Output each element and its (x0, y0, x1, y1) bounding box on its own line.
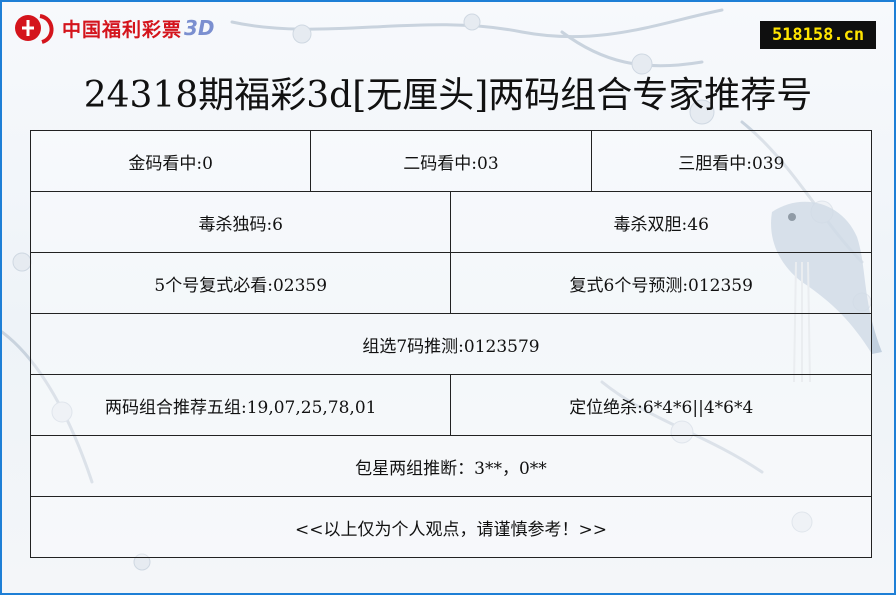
table-cell: 两码组合推荐五组:19,07,25,78,01 (29, 374, 452, 436)
poster-frame: 中国福利彩票 3D 518158.cn 24318期福彩3d[无厘头]两码组合专… (0, 0, 896, 595)
table-row: 毒杀独码:6 毒杀双胆:46 (29, 191, 872, 253)
table-cell: 复式6个号预测:012359 (450, 252, 872, 314)
lottery-logo: 中国福利彩票 3D (14, 10, 215, 46)
table-row: 包星两组推断：3**，0** (30, 435, 872, 497)
table-cell: 二码看中:03 (310, 130, 592, 192)
logo-text: 中国福利彩票 (62, 18, 183, 41)
page-title: 24318期福彩3d[无厘头]两码组合专家推荐号 (83, 75, 813, 116)
table-cell: 三胆看中:039 (590, 130, 873, 192)
table-row: 5个号复式必看:02359 复式6个号预测:012359 (29, 252, 872, 314)
table-row: <<以上仅为个人观点，请谨慎参考！>> (30, 496, 872, 558)
table-cell: 金码看中:0 (29, 130, 312, 192)
table-cell: 毒杀双胆:46 (450, 191, 872, 253)
table-cell: 毒杀独码:6 (29, 191, 452, 253)
table-row: 组选7码推测:0123579 (30, 313, 872, 375)
table-cell: 定位绝杀:6*4*6||4*6*4 (450, 374, 872, 436)
table-cell: 5个号复式必看:02359 (29, 252, 452, 314)
table-cell: 包星两组推断：3**，0** (30, 435, 872, 497)
logo-3d-mark: 3D (184, 16, 215, 40)
disclaimer-cell: <<以上仅为个人观点，请谨慎参考！>> (30, 496, 872, 558)
table-row: 两码组合推荐五组:19,07,25,78,01 定位绝杀:6*4*6||4*6*… (29, 374, 872, 436)
recommendation-table: 金码看中:0 二码看中:03 三胆看中:039 毒杀独码:6 毒杀双胆:46 5… (29, 130, 873, 558)
table-row: 金码看中:0 二码看中:03 三胆看中:039 (29, 130, 873, 192)
site-badge: 518158.cn (760, 21, 876, 49)
lottery-logo-icon (15, 14, 54, 44)
table-cell: 组选7码推测:0123579 (30, 313, 872, 375)
